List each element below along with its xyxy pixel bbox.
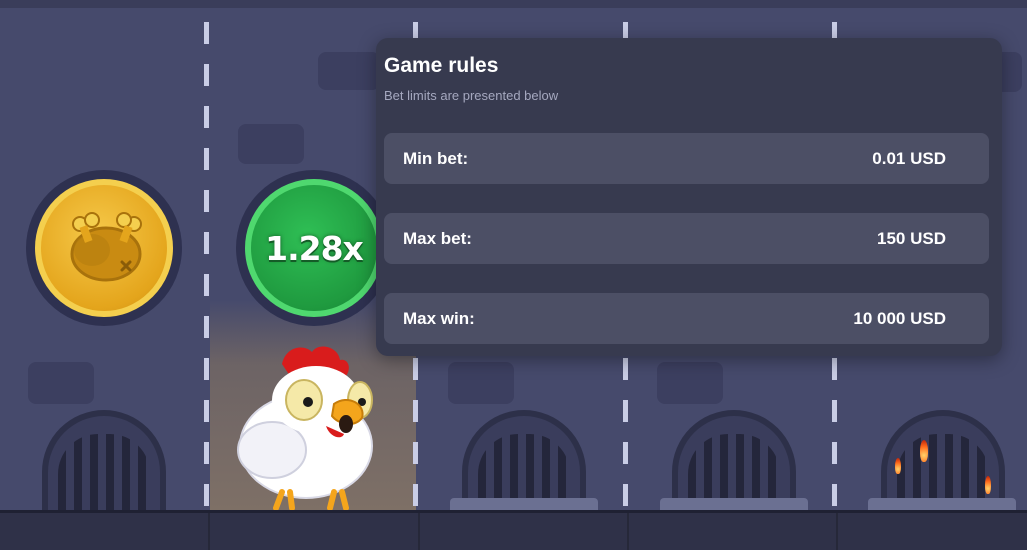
top-bar-edge	[0, 0, 1027, 8]
road-segment	[418, 513, 420, 550]
wall-brick	[657, 362, 723, 404]
roast-chicken-icon	[70, 212, 142, 282]
wall-brick	[318, 52, 380, 90]
limit-label: Max bet:	[403, 228, 472, 248]
flame-icon	[895, 458, 901, 474]
chicken-character	[237, 346, 373, 510]
limit-label: Min bet:	[403, 148, 469, 168]
coin-lost	[26, 170, 182, 326]
rules-subtitle: Bet limits are presented below	[384, 88, 559, 103]
limit-label: Max win:	[403, 308, 475, 328]
wall-brick	[238, 124, 304, 164]
road-ground	[0, 510, 1027, 550]
min-bet-row: Min bet: 0.01 USD	[384, 133, 989, 184]
game-rules-panel: Game rules Bet limits are presented belo…	[376, 38, 1002, 356]
flame-icon	[920, 440, 928, 462]
coin-current: 1.28x	[236, 170, 392, 326]
road-segment	[208, 513, 210, 550]
gold-coin	[35, 179, 173, 317]
limit-value: 10 000 USD	[853, 308, 946, 328]
max-bet-row: Max bet: 150 USD	[384, 213, 989, 264]
rules-title: Game rules	[384, 54, 499, 77]
wall-brick	[448, 362, 514, 404]
wall-brick	[28, 362, 94, 404]
lane-divider	[204, 22, 209, 512]
multiplier-value: 1.28x	[265, 228, 364, 268]
limit-value: 150 USD	[877, 228, 946, 248]
green-coin: 1.28x	[245, 179, 383, 317]
road-segment	[627, 513, 629, 550]
max-win-row: Max win: 10 000 USD	[384, 293, 989, 344]
road-segment	[836, 513, 838, 550]
flame-icon	[985, 476, 991, 494]
limit-value: 0.01 USD	[872, 148, 946, 168]
